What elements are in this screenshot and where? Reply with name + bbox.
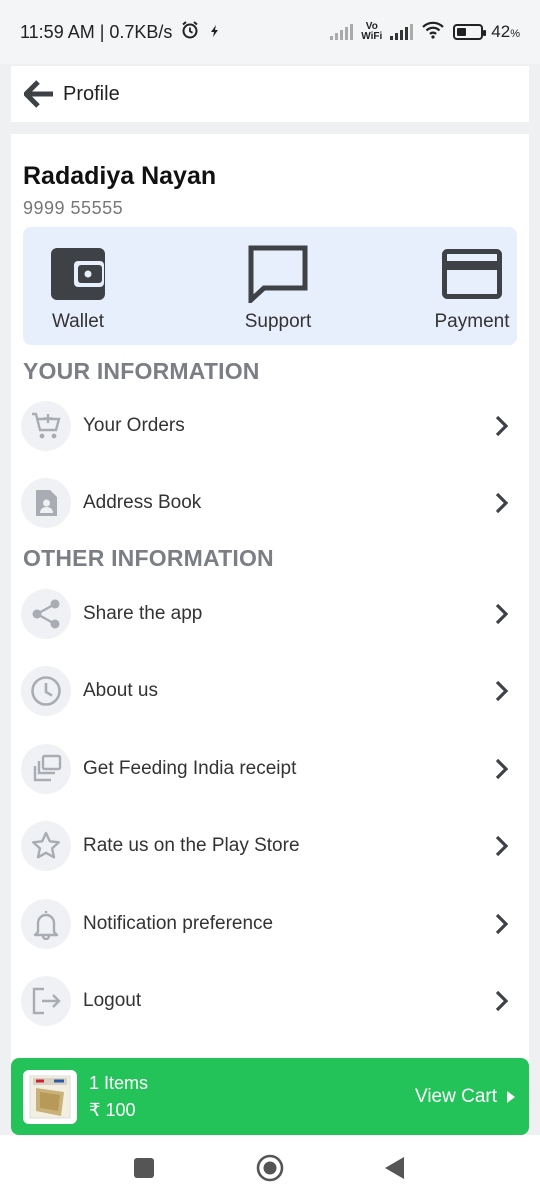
- cart-add-icon: [21, 401, 71, 451]
- cart-item-count: 1 Items: [89, 1072, 149, 1093]
- system-navigation-bar: [0, 1135, 540, 1200]
- credit-card-icon: [442, 245, 502, 303]
- back-button[interactable]: [23, 78, 55, 110]
- status-bar: 11:59 AM | 0.7KB/s Vo WiFi 42%: [0, 0, 540, 64]
- battery-value: 42: [491, 22, 511, 41]
- view-cart-bar[interactable]: 1 Items ₹ 100 View Cart: [11, 1058, 529, 1135]
- chat-bubble-icon: [248, 245, 308, 303]
- menu-item-rate-us[interactable]: Rate us on the Play Store: [21, 818, 519, 874]
- signal-icon: [330, 24, 354, 40]
- section-heading-your-information: YOUR INFORMATION: [23, 358, 260, 384]
- notification-app-icon: [208, 22, 222, 43]
- profile-card: Radadiya Nayan 9999 55555 Wallet Support…: [11, 134, 529, 1064]
- cart-info: 1 Items ₹ 100: [89, 1073, 415, 1121]
- battery-percent: 42%: [491, 22, 520, 42]
- menu-item-notification-preference[interactable]: Notification preference: [21, 896, 519, 952]
- support-label: Support: [244, 311, 312, 332]
- chevron-right-icon: [487, 411, 517, 441]
- chevron-right-icon: [487, 676, 517, 706]
- payment-label: Payment: [434, 311, 510, 332]
- top-app-bar: Profile: [11, 66, 529, 122]
- signal-icon-2: [390, 24, 414, 40]
- your-orders-label: Your Orders: [83, 415, 185, 436]
- cart-product-thumbnail: [23, 1069, 77, 1124]
- chevron-right-icon: [487, 599, 517, 629]
- alarm-icon: [180, 20, 200, 45]
- status-right: Vo WiFi 42%: [330, 21, 520, 43]
- share-icon: [21, 589, 71, 639]
- arrow-left-icon: [24, 80, 53, 108]
- menu-item-logout[interactable]: Logout: [21, 973, 519, 1029]
- section-heading-other-information: OTHER INFORMATION: [23, 545, 274, 571]
- menu-item-your-orders[interactable]: Your Orders: [21, 398, 519, 454]
- receipt-stack-icon: [21, 744, 71, 794]
- user-phone: 9999 55555: [23, 198, 124, 218]
- chevron-right-icon: [487, 831, 517, 861]
- chevron-right-icon: [487, 986, 517, 1016]
- view-cart-label: View Cart: [414, 1085, 497, 1107]
- about-us-label: About us: [83, 680, 158, 701]
- recents-button[interactable]: [133, 1157, 155, 1184]
- clock-icon: [21, 666, 71, 716]
- menu-item-share-app[interactable]: Share the app: [21, 586, 519, 642]
- circle-home-icon: [256, 1154, 284, 1182]
- cart-total-price: ₹ 100: [89, 1099, 136, 1120]
- status-time-speed: 11:59 AM | 0.7KB/s: [20, 21, 173, 42]
- menu-item-address-book[interactable]: Address Book: [21, 475, 519, 531]
- page-title: Profile: [63, 82, 120, 105]
- quick-actions-panel: Wallet Support Payment: [23, 227, 517, 345]
- back-nav-button[interactable]: [384, 1156, 406, 1185]
- logout-label: Logout: [83, 990, 142, 1011]
- wallet-icon: [50, 245, 106, 303]
- vowifi-bottom: WiFi: [361, 31, 383, 42]
- triangle-back-icon: [385, 1157, 404, 1179]
- status-left: 11:59 AM | 0.7KB/s: [20, 20, 222, 45]
- notification-preference-label: Notification preference: [83, 913, 274, 934]
- chevron-right-icon: [487, 488, 517, 518]
- feeding-india-receipt-label: Get Feeding India receipt: [83, 758, 297, 779]
- rate-us-label: Rate us on the Play Store: [83, 835, 300, 856]
- logout-icon: [21, 976, 71, 1026]
- square-icon: [134, 1158, 154, 1178]
- caret-right-icon: [507, 1090, 515, 1103]
- wifi-icon: [421, 21, 445, 43]
- battery-percent-sign: %: [510, 28, 520, 40]
- user-name: Radadiya Nayan: [23, 162, 217, 190]
- home-button[interactable]: [256, 1154, 284, 1187]
- menu-item-about-us[interactable]: About us: [21, 663, 519, 719]
- share-app-label: Share the app: [83, 603, 203, 624]
- contact-book-icon: [21, 478, 71, 528]
- vowifi-indicator: Vo WiFi: [361, 22, 382, 42]
- address-book-label: Address Book: [83, 492, 202, 513]
- menu-item-feeding-india-receipt[interactable]: Get Feeding India receipt: [21, 741, 519, 797]
- chevron-right-icon: [487, 754, 517, 784]
- support-button[interactable]: Support: [229, 227, 327, 345]
- bell-icon: [21, 899, 71, 949]
- chevron-right-icon: [487, 909, 517, 939]
- battery-icon: [453, 24, 487, 40]
- star-icon: [21, 821, 71, 871]
- wallet-button[interactable]: Wallet: [31, 227, 125, 345]
- wallet-label: Wallet: [51, 311, 105, 332]
- payment-button[interactable]: Payment: [427, 227, 517, 345]
